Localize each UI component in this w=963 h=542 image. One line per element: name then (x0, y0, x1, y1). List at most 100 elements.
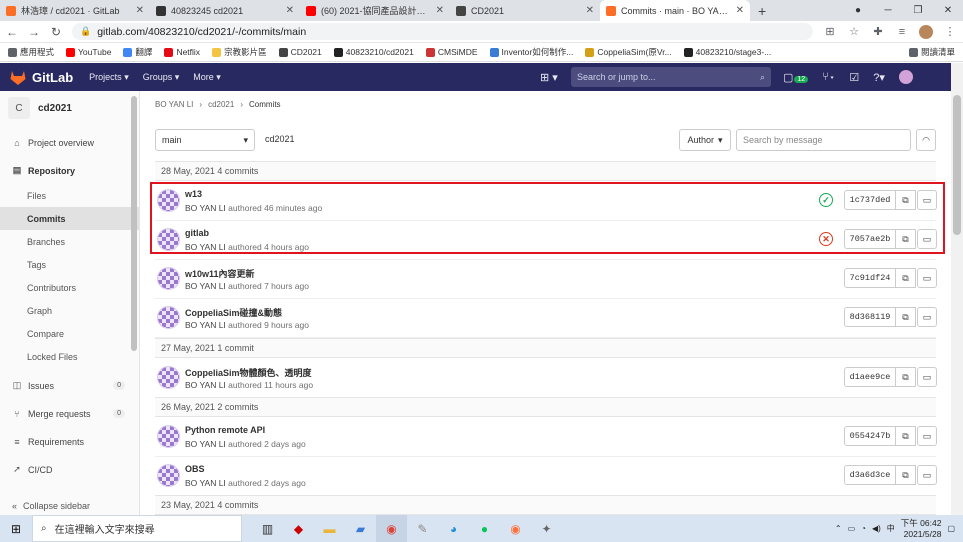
rss-feed-button[interactable]: ◠ (916, 129, 936, 151)
browser-tab[interactable]: 40823245 cd2021 ✕ (150, 0, 300, 21)
sidebar-item-requirements[interactable]: ≡ Requirements (0, 430, 139, 453)
commit-title[interactable]: Python remote API (185, 425, 265, 435)
browse-files-button[interactable]: ▭ (917, 268, 937, 288)
lock-icon[interactable]: 🔒 (80, 26, 91, 37)
windows-start-icon[interactable]: ⊞ (0, 522, 32, 536)
page-scrollbar[interactable] (951, 63, 963, 515)
browser-tab[interactable]: CD2021 ✕ (450, 0, 600, 21)
commit-sha[interactable]: 8d368119 (844, 307, 896, 327)
author-avatar[interactable] (157, 189, 180, 212)
issues-nav-icon[interactable]: ▢ 12 (783, 71, 809, 84)
commit-title[interactable]: CoppeliaSim碰撞&動態 (185, 306, 282, 319)
profile-icon[interactable]: ● (843, 5, 873, 16)
paint-icon[interactable]: ✎ (407, 515, 438, 542)
bookmark-video[interactable]: 宗教影片區 (212, 46, 267, 58)
author-dropdown[interactable]: Author ▾ (679, 129, 731, 151)
commit-author[interactable]: BO YAN LI (185, 478, 226, 488)
sidebar-item-issues[interactable]: ◫ Issues 0 (0, 374, 139, 397)
author-avatar[interactable] (157, 366, 180, 389)
bookmark-netflix[interactable]: Netflix (164, 47, 200, 57)
breadcrumb-current[interactable]: Commits (249, 100, 281, 109)
commit-title[interactable]: w10w11內容更新 (185, 267, 255, 280)
commit-sha[interactable]: 0554247b (844, 426, 896, 446)
forward-icon[interactable]: → (28, 25, 40, 39)
copy-sha-button[interactable]: ⧉ (896, 426, 916, 446)
breadcrumb-project[interactable]: cd2021 (208, 100, 234, 109)
translate-icon[interactable]: ⊞ (823, 25, 837, 38)
sidebar-subitem-contributors[interactable]: Contributors (0, 276, 139, 299)
help-icon[interactable]: ?▾ (873, 71, 885, 84)
reload-icon[interactable]: ↻ (50, 25, 62, 39)
copy-sha-button[interactable]: ⧉ (896, 190, 916, 210)
commit-author[interactable]: BO YAN LI (185, 203, 226, 213)
browse-files-button[interactable]: ▭ (917, 307, 937, 327)
collapse-sidebar-button[interactable]: «Collapse sidebar (12, 501, 90, 511)
commit-sha[interactable]: d3a6d3ce (844, 465, 896, 485)
edge-icon[interactable]: ◕ (438, 515, 469, 542)
groups-menu[interactable]: Groups ▾ (143, 72, 180, 83)
game-app-icon[interactable]: ◆ (283, 515, 314, 542)
author-avatar[interactable] (157, 267, 180, 290)
commit-author[interactable]: BO YAN LI (185, 380, 226, 390)
commit-sha[interactable]: 7c91df24 (844, 268, 896, 288)
notifications-icon[interactable]: ▢ (947, 524, 955, 533)
bookmark-apps[interactable]: 應用程式 (8, 46, 54, 58)
close-icon[interactable]: ✕ (436, 5, 444, 16)
browse-files-button[interactable]: ▭ (917, 190, 937, 210)
commit-author[interactable]: BO YAN LI (185, 281, 226, 291)
todo-icon[interactable]: ☑ (849, 71, 859, 84)
global-search-input[interactable]: Search or jump to... ⌕ (571, 67, 771, 87)
sidebar-subitem-branches[interactable]: Branches (0, 230, 139, 253)
bookmark-youtube[interactable]: YouTube (66, 47, 111, 57)
close-icon[interactable]: ✕ (586, 5, 594, 16)
gitlab-logo[interactable]: GitLab (10, 70, 73, 85)
browser-tab[interactable]: (60) 2021-協同產品設計實習-st...✕ (300, 0, 450, 21)
author-avatar[interactable] (157, 306, 180, 329)
browse-files-button[interactable]: ▭ (917, 426, 937, 446)
new-item-icon[interactable]: ⊞ ▾ (540, 71, 558, 84)
projects-menu[interactable]: Projects ▾ (89, 72, 129, 83)
sidebar-subitem-locked-files[interactable]: Locked Files (0, 345, 139, 368)
wifi-icon[interactable]: ◔ (861, 524, 866, 533)
menu-icon[interactable]: ⋮ (943, 25, 957, 38)
sidebar-project-header[interactable]: C cd2021 (0, 91, 139, 125)
commit-title[interactable]: CoppeliaSim物體顏色、透明度 (185, 366, 312, 379)
browse-files-button[interactable]: ▭ (917, 367, 937, 387)
pipeline-passed-icon[interactable]: ✓ (819, 193, 833, 207)
task-view-icon[interactable]: ▥ (252, 515, 283, 542)
sidebar-subitem-commits[interactable]: Commits (0, 207, 139, 230)
author-avatar[interactable] (157, 464, 180, 487)
browse-files-button[interactable]: ▭ (917, 229, 937, 249)
star-icon[interactable]: ☆ (847, 25, 861, 38)
bookmark-cmsimde[interactable]: CMSiMDE (425, 47, 478, 57)
sidebar-subitem-files[interactable]: Files (0, 184, 139, 207)
search-by-message-input[interactable]: Search by message (736, 129, 911, 151)
settings-app-icon[interactable]: ✦ (531, 515, 562, 542)
user-avatar[interactable] (898, 70, 913, 84)
browser-tab-active[interactable]: Commits · main · BO YAN LI / cd...✕ (600, 0, 750, 21)
ime-icon[interactable]: 中 (887, 523, 895, 534)
notepad-icon[interactable]: ▰ (345, 515, 376, 542)
browse-files-button[interactable]: ▭ (917, 465, 937, 485)
commit-sha[interactable]: 1c737ded (844, 190, 896, 210)
scrollbar-thumb[interactable] (953, 95, 961, 235)
maximize-icon[interactable]: ❐ (903, 5, 933, 16)
bookmark-cd2021[interactable]: CD2021 (278, 47, 322, 57)
copy-sha-button[interactable]: ⧉ (896, 465, 916, 485)
copy-sha-button[interactable]: ⧉ (896, 307, 916, 327)
bookmark-github[interactable]: 40823210/cd2021 (333, 47, 414, 57)
minimize-icon[interactable]: ─ (873, 5, 903, 16)
copy-sha-button[interactable]: ⧉ (896, 229, 916, 249)
commit-title[interactable]: w13 (185, 189, 202, 199)
sidebar-subitem-compare[interactable]: Compare (0, 322, 139, 345)
new-tab-button[interactable]: + (750, 0, 774, 21)
taskbar-search-input[interactable]: ⌕ 在這裡輸入文字來搜尋 (32, 515, 242, 542)
more-menu[interactable]: More ▾ (193, 72, 221, 83)
sidebar-item-overview[interactable]: ⌂ Project overview (0, 131, 139, 154)
file-explorer-icon[interactable]: ▬ (314, 515, 345, 542)
copy-sha-button[interactable]: ⧉ (896, 268, 916, 288)
commit-sha[interactable]: d1aee9ce (844, 367, 896, 387)
sidebar-item-cicd[interactable]: ➚ CI/CD (0, 458, 139, 481)
bookmark-translate[interactable]: 翻譯 (123, 46, 152, 58)
bookmark-coppelia[interactable]: CoppeliaSim(原Vr... (585, 46, 672, 58)
